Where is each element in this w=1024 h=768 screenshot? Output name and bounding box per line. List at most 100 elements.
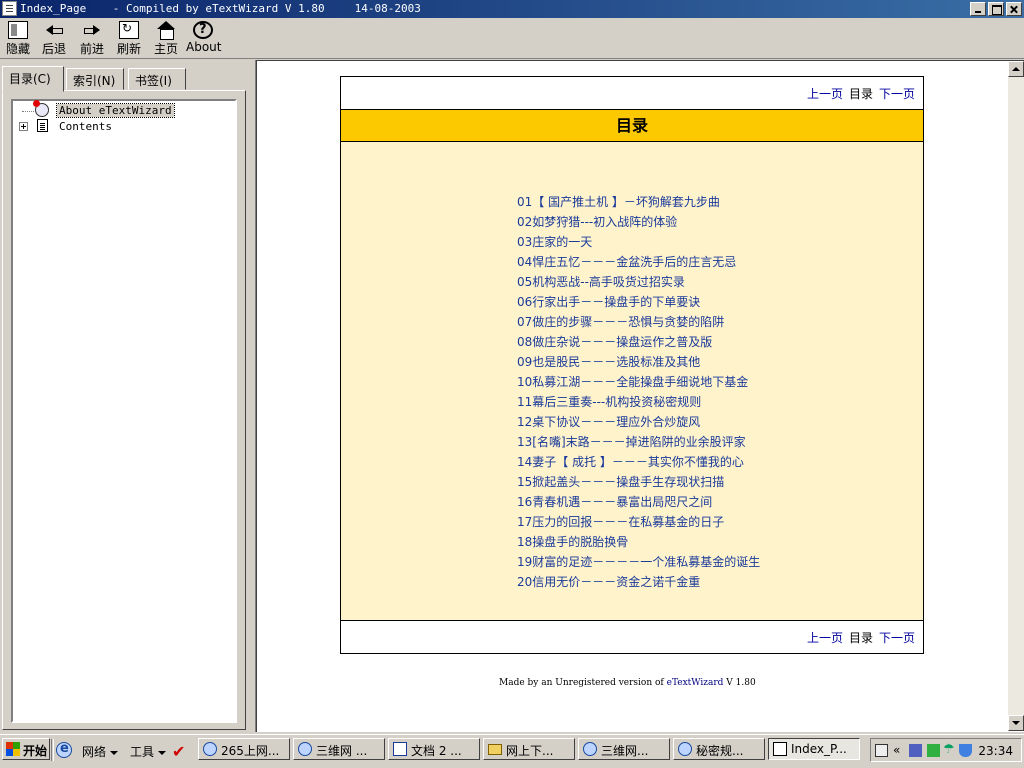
expand-plus-icon[interactable] [19, 122, 28, 131]
toc-link-20[interactable]: 20信用无价－－－资金之诺千金重 [517, 575, 700, 589]
toc-link-12[interactable]: 12桌下协议－－－理应外合炒旋风 [517, 415, 700, 429]
toc-link-09[interactable]: 09也是股民－－－选股标准及其他 [517, 355, 700, 369]
task-label: Index_P... [791, 742, 847, 756]
taskbar-button-index-page[interactable]: Index_P... [768, 738, 860, 760]
toc-link-03[interactable]: 03庄家的一天 [517, 235, 592, 249]
window-title-text: Index_Page - Compiled by eTextWizard V 1… [20, 2, 325, 15]
hide-button[interactable]: 隐藏 [4, 21, 32, 57]
contents-tree[interactable]: About eTextWizard Contents [11, 99, 237, 723]
about-label: About [186, 40, 222, 54]
toc-link-01[interactable]: 01【 国产推土机 】－坏狗解套九步曲 [517, 195, 720, 209]
about-button[interactable]: About [186, 21, 222, 57]
toc-link-06[interactable]: 06行家出手－－操盘手的下单要诀 [517, 295, 700, 309]
toc-link-02[interactable]: 02如梦狩猎---初入战阵的体验 [517, 215, 677, 229]
ie-icon [298, 742, 312, 756]
app-icon[interactable] [2, 1, 17, 16]
pane-splitter[interactable] [248, 60, 256, 732]
toc-link-17[interactable]: 17压力的回报－－－在私募基金的日子 [517, 515, 724, 529]
tab-bookmarks[interactable]: 书签(I) [128, 68, 186, 90]
toc-link-10[interactable]: 10私募江湖－－－全能操盘手细说地下基金 [517, 375, 748, 389]
taskbar-button-265[interactable]: 265上网... [198, 738, 290, 760]
ie-icon [203, 742, 217, 756]
etextwizard-link[interactable]: eTextWizard [667, 678, 724, 688]
list-item: 20信用无价－－－资金之诺千金重 [517, 572, 760, 592]
hide-pane-icon [8, 21, 28, 39]
tab-contents[interactable]: 目录(C) [2, 66, 64, 92]
list-item: 19财富的足迹－－－－一个准私募基金的诞生 [517, 552, 760, 572]
title-bar[interactable]: Index_Page - Compiled by eTextWizard V 1… [0, 0, 1024, 18]
forward-button[interactable]: 前进 [78, 21, 106, 57]
taskbar-button-folder[interactable]: 网上下... [483, 738, 575, 760]
green-app-icon[interactable] [927, 744, 940, 757]
list-item: 14妻子【 成托 】－－－其实你不懂我的心 [517, 452, 760, 472]
window-controls [968, 2, 1022, 16]
task-label: 网上下... [506, 744, 554, 758]
network-label: 网络 [82, 745, 107, 759]
toc-link-05[interactable]: 05机构恶战--高手吸货过招实录 [517, 275, 685, 289]
word-icon [393, 742, 407, 756]
taskbar-button-secret[interactable]: 秘密规... [673, 738, 765, 760]
network-icon[interactable] [909, 744, 922, 757]
forward-label: 前进 [79, 42, 104, 56]
tree-item-label[interactable]: Contents [57, 120, 114, 133]
tab-index[interactable]: 索引(N) [66, 68, 124, 90]
tray-expand-icon[interactable]: « [893, 744, 906, 757]
toc-link[interactable]: 目录 [849, 631, 873, 645]
content-view: 上一页 目录 下一页 目录 01【 国产推土机 】－坏狗解套九步曲 02如梦狩猎--… [256, 60, 1024, 732]
toc-link-04[interactable]: 04悍庄五忆－－－金盆洗手后的庄言无忌 [517, 255, 736, 269]
tree-connector [22, 111, 34, 112]
tools-menu[interactable]: 工具 [130, 743, 167, 760]
taskbar-button-document[interactable]: 文档 2 ... [388, 738, 480, 760]
tree-item-label[interactable]: About eTextWizard [56, 103, 175, 118]
toc-link-19[interactable]: 19财富的足迹－－－－一个准私募基金的诞生 [517, 555, 760, 569]
task-label: 三维网 ... [316, 744, 368, 758]
document-frame: 上一页 目录 下一页 目录 01【 国产推土机 】－坏狗解套九步曲 02如梦狩猎--… [340, 76, 924, 654]
footer-note: Made by an Unregistered version of eText… [499, 678, 756, 688]
task-label: 三维网... [601, 744, 649, 758]
internet-explorer-icon[interactable] [56, 741, 72, 758]
page-nav-bottom: 上一页 目录 下一页 [807, 629, 915, 646]
prev-page-link[interactable]: 上一页 [807, 631, 843, 645]
next-page-link[interactable]: 下一页 [879, 87, 915, 101]
prev-page-link[interactable]: 上一页 [807, 87, 843, 101]
next-page-link[interactable]: 下一页 [879, 631, 915, 645]
start-button[interactable]: 开始 [2, 738, 50, 760]
close-button[interactable] [1006, 2, 1022, 16]
toc-link-18[interactable]: 18操盘手的脱胎换骨 [517, 535, 628, 549]
list-item: 11幕后三重奏---机构投资秘密规则 [517, 392, 760, 412]
toc-link-08[interactable]: 08做庄杂说－－－操盘运作之普及版 [517, 335, 712, 349]
taskbar-button-3d-1[interactable]: 三维网 ... [293, 738, 385, 760]
umbrella-icon[interactable]: ☂ [943, 743, 956, 757]
refresh-button[interactable]: 刷新 [115, 21, 143, 57]
home-icon [156, 21, 176, 40]
maximize-button[interactable] [988, 2, 1004, 16]
minimize-button[interactable] [970, 2, 986, 16]
toc-link-07[interactable]: 07做庄的步骤－－－恐惧与贪婪的陷阱 [517, 315, 724, 329]
back-arrow-icon [44, 21, 64, 39]
taskbar-button-3d-2[interactable]: 三维网... [578, 738, 670, 760]
home-button[interactable]: 主页 [152, 21, 180, 57]
shield-icon[interactable] [959, 744, 972, 757]
checkmark-icon[interactable]: ✔ [172, 742, 185, 761]
toc-link-14[interactable]: 14妻子【 成托 】－－－其实你不懂我的心 [517, 455, 744, 469]
clock[interactable]: 23:34 [978, 744, 1013, 758]
task-label: 文档 2 ... [411, 744, 462, 758]
vertical-scrollbar[interactable] [1008, 61, 1024, 731]
toc-link-16[interactable]: 16青春机遇－－－暴富出局咫尺之间 [517, 495, 712, 509]
toc-list: 01【 国产推土机 】－坏狗解套九步曲 02如梦狩猎---初入战阵的体验 03庄… [517, 192, 760, 592]
keyboard-icon[interactable] [875, 744, 888, 757]
task-label: 秘密规... [696, 744, 744, 758]
toc-link[interactable]: 目录 [849, 87, 873, 101]
scroll-up-arrow-icon[interactable] [1008, 61, 1024, 77]
toc-link-15[interactable]: 15掀起盖头－－－操盘手生存现状扫描 [517, 475, 724, 489]
back-button[interactable]: 后退 [40, 21, 68, 57]
list-item: 12桌下协议－－－理应外合炒旋风 [517, 412, 760, 432]
list-item: 05机构恶战--高手吸货过招实录 [517, 272, 760, 292]
back-label: 后退 [41, 42, 66, 56]
toc-link-11[interactable]: 11幕后三重奏---机构投资秘密规则 [517, 395, 701, 409]
toolbar: 隐藏 后退 前进 刷新 主页 About [0, 19, 1024, 59]
network-menu[interactable]: 网络 [82, 743, 119, 760]
toc-link-13[interactable]: 13[名嘴]末路－－－掉进陷阱的业余股评家 [517, 435, 746, 449]
document-icon [37, 119, 48, 132]
scroll-down-arrow-icon[interactable] [1008, 715, 1024, 731]
